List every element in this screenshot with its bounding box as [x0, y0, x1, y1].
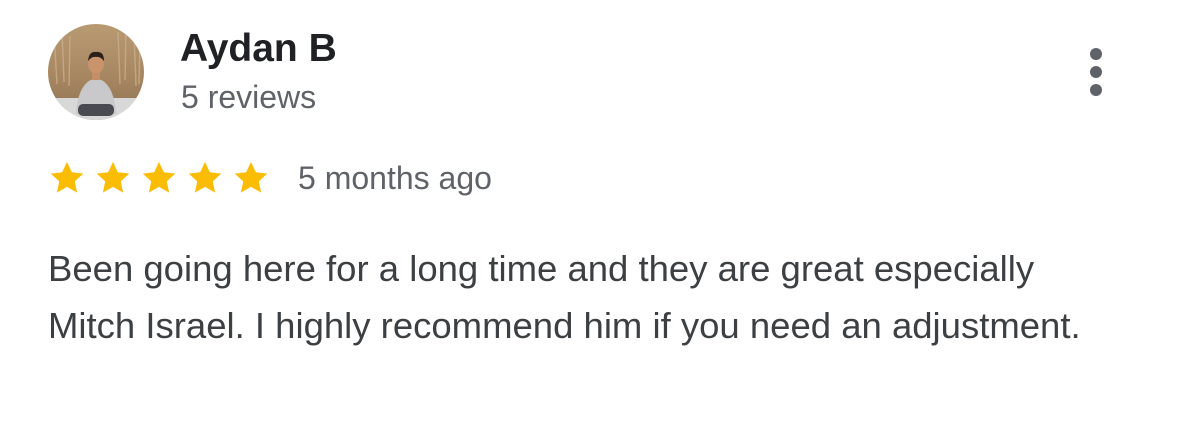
review-card: Aydan B 5 reviews 5 months ago Been goin…	[0, 0, 1179, 432]
reviewer-review-count[interactable]: 5 reviews	[181, 78, 316, 116]
review-text: Been going here for a long time and they…	[48, 248, 1081, 346]
more-vert-icon	[1090, 48, 1102, 96]
star-icon	[96, 161, 130, 193]
star-icon	[234, 161, 268, 193]
review-time-ago: 5 months ago	[298, 160, 492, 196]
star-icon	[142, 161, 176, 193]
star-icon	[50, 161, 84, 193]
user-photo-avatar-icon	[48, 24, 144, 120]
more-options-button[interactable]	[1078, 42, 1114, 102]
star-icon	[188, 161, 222, 193]
avatar[interactable]	[48, 24, 144, 120]
reviewer-name[interactable]: Aydan B	[180, 26, 337, 72]
rating-row: 5 months ago	[48, 156, 492, 200]
star-rating	[48, 159, 270, 197]
